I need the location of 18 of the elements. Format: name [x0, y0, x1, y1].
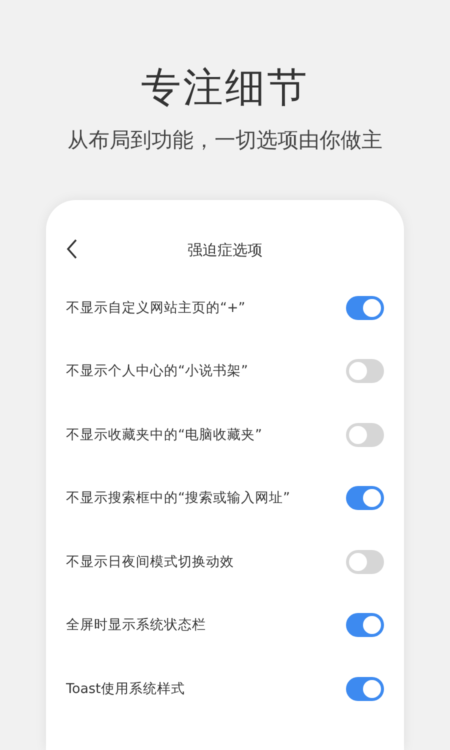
- toggle-switch[interactable]: [346, 550, 384, 574]
- toggle-switch[interactable]: [346, 422, 384, 447]
- option-label: 不显示自定义网站主页的“+”: [66, 298, 246, 318]
- option-label: 全屏时显示系统状态栏: [66, 616, 206, 636]
- option-label: Toast使用系统样式: [66, 680, 185, 699]
- toggle-switch[interactable]: [346, 486, 384, 510]
- headline: 专注细节: [141, 64, 309, 113]
- toggle-switch[interactable]: [346, 296, 384, 320]
- option-label: 不显示个人中心的“小说书架”: [66, 362, 248, 382]
- toggle-switch[interactable]: [346, 676, 384, 701]
- option-label: 不显示日夜间模式切换动效: [66, 552, 234, 572]
- toggle-switch[interactable]: [346, 613, 384, 638]
- back-icon[interactable]: [66, 239, 78, 259]
- subtitle: 从布局到功能，一切选项由你做主: [68, 127, 382, 154]
- toggle-switch[interactable]: [346, 359, 384, 384]
- option-label: 不显示收藏夹中的“电脑收藏夹”: [66, 426, 262, 445]
- screen-title: 强迫症选项: [188, 240, 262, 261]
- option-label: 不显示搜索框中的“搜索或输入网址”: [66, 489, 290, 508]
